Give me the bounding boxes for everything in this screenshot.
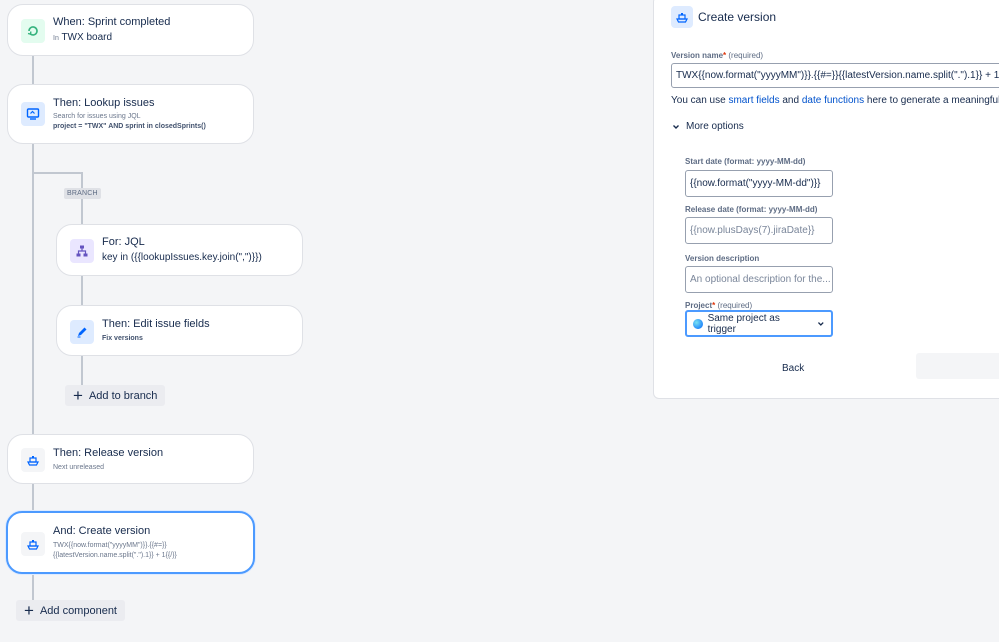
for-jql-title: For: JQL bbox=[102, 236, 145, 248]
chevron-down-icon bbox=[673, 124, 679, 129]
trigger-board: In TWX board bbox=[53, 32, 112, 43]
connector-branch-top bbox=[32, 172, 82, 174]
release-date-label: Release date (format: yyyy-MM-dd) bbox=[685, 205, 818, 214]
help-text: You can use smart fields and date functi… bbox=[671, 95, 999, 106]
date-functions-link[interactable]: date functions bbox=[802, 95, 864, 106]
create-version-title: And: Create version bbox=[53, 525, 151, 537]
action-card-edit-issue-fields[interactable]: Then: Edit issue fields Fix versions bbox=[56, 305, 303, 356]
project-select-value: Same project as trigger bbox=[707, 312, 780, 335]
connector-branch bbox=[81, 172, 83, 394]
branch-icon bbox=[70, 239, 94, 263]
add-to-branch-button[interactable]: + Add to branch bbox=[65, 385, 166, 406]
branch-tag: BRANCH bbox=[64, 188, 101, 199]
chevron-down-icon bbox=[818, 321, 825, 326]
trigger-board-name: TWX board bbox=[61, 32, 113, 43]
start-date-input[interactable]: {{now.format("yyyy-MM-dd")}} bbox=[685, 170, 833, 197]
lookup-query: project = "TWX" AND sprint in closedSpri… bbox=[53, 123, 206, 130]
ship-icon bbox=[21, 448, 45, 472]
edit-pencil-icon bbox=[70, 320, 94, 344]
release-title: Then: Release version bbox=[53, 447, 164, 459]
action-card-release-version[interactable]: Then: Release version Next unreleased bbox=[7, 434, 254, 484]
trigger-icon bbox=[21, 19, 45, 43]
add-to-branch-label: Add to branch bbox=[88, 389, 158, 402]
trigger-title: When: Sprint completed bbox=[53, 16, 171, 28]
action-card-lookup-issues[interactable]: Then: Lookup issues Search for issues us… bbox=[7, 84, 254, 144]
edit-fields-title: Then: Edit issue fields bbox=[102, 318, 210, 330]
project-select[interactable]: Same project as trigger bbox=[685, 310, 833, 337]
version-description-input[interactable]: An optional description for the... bbox=[685, 266, 833, 293]
back-button[interactable]: Back bbox=[782, 363, 804, 374]
action-card-create-version[interactable]: And: Create version TWX{{now.format("yyy… bbox=[6, 511, 255, 574]
create-version-line2: {{latestVersion.name.split(".").1}} + 1{… bbox=[53, 552, 177, 559]
branch-card-for-jql[interactable]: For: JQL key in ({{lookupIssues.key.join… bbox=[56, 224, 303, 276]
smart-fields-link[interactable]: smart fields bbox=[728, 95, 779, 106]
lookup-subtitle: Search for issues using JQL bbox=[53, 113, 141, 120]
version-description-label: Version description bbox=[685, 254, 760, 263]
trigger-card-sprint-completed[interactable]: When: Sprint completed In TWX board bbox=[7, 4, 254, 56]
lookup-icon bbox=[21, 102, 45, 126]
ship-icon bbox=[21, 532, 45, 556]
lookup-title: Then: Lookup issues bbox=[53, 97, 155, 109]
release-date-input[interactable]: {{now.plusDays(7).jiraDate}} bbox=[685, 217, 833, 244]
plus-icon: + bbox=[24, 601, 34, 620]
version-name-label: Version name* (required) bbox=[671, 51, 764, 60]
release-subtitle: Next unreleased bbox=[53, 464, 104, 471]
version-name-input[interactable]: TWX{{now.format("yyyyMM")}}.{{#=}}{{late… bbox=[671, 63, 999, 88]
create-version-line1: TWX{{now.format("yyyyMM")}}.{{#=}} bbox=[53, 542, 167, 549]
edit-fields-subtitle: Fix versions bbox=[102, 335, 143, 342]
ship-icon bbox=[671, 6, 693, 28]
add-component-label: Add component bbox=[39, 604, 117, 617]
more-options-toggle[interactable]: More options bbox=[672, 121, 744, 132]
plus-icon: + bbox=[73, 386, 83, 405]
create-version-panel: Create version Version name* (required) … bbox=[653, 0, 999, 399]
panel-title: Create version bbox=[698, 10, 777, 24]
add-component-button[interactable]: + Add component bbox=[16, 600, 125, 621]
for-jql-query: key in ({{lookupIssues.key.join(",")}}) bbox=[102, 252, 262, 263]
start-date-label: Start date (format: yyyy-MM-dd) bbox=[685, 157, 806, 166]
trigger-board-prefix: In bbox=[53, 35, 59, 42]
project-label: Project* (required) bbox=[685, 301, 753, 310]
next-button[interactable] bbox=[916, 353, 999, 379]
globe-icon bbox=[693, 318, 703, 329]
